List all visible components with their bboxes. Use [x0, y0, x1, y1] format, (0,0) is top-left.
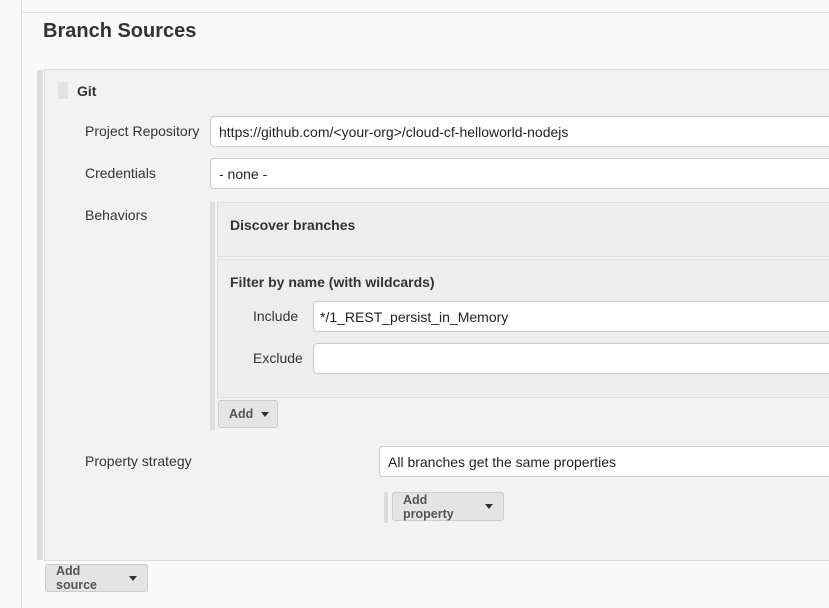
add-property-bar [384, 492, 388, 523]
add-property-button[interactable]: Add property [392, 492, 504, 521]
caret-down-icon [261, 411, 270, 417]
add-source-label: Add source [56, 564, 97, 592]
git-block-bar [37, 70, 43, 560]
property-strategy-select[interactable]: All branches get the same properties [379, 446, 829, 477]
discover-branches-title: Discover branches [230, 217, 356, 233]
exclude-input[interactable] [313, 343, 829, 374]
left-border [21, 0, 22, 608]
add-behavior-button[interactable]: Add [218, 400, 278, 428]
include-label: Include [253, 308, 299, 324]
drag-handle-icon[interactable] [58, 82, 68, 99]
add-behavior-label: Add [229, 407, 254, 421]
divider [22, 12, 829, 13]
project-repository-input[interactable]: https://github.com/<your-org>/cloud-cf-h… [210, 116, 829, 147]
add-property-label: Add property [403, 492, 454, 521]
git-title: Git [77, 83, 97, 99]
section-title: Branch Sources [43, 20, 197, 42]
add-source-button[interactable]: Add source [45, 564, 148, 592]
credentials-select[interactable]: - none - [210, 158, 829, 189]
exclude-label: Exclude [253, 350, 303, 366]
credentials-label: Credentials [85, 165, 156, 181]
behaviors-bar [210, 202, 215, 430]
behaviors-label: Behaviors [85, 207, 148, 223]
include-input[interactable]: */1_REST_persist_in_Memory [313, 301, 829, 332]
filter-title: Filter by name (with wildcards) [230, 274, 435, 290]
caret-down-icon [485, 504, 493, 509]
project-repository-label: Project Repository [85, 123, 200, 139]
property-strategy-label: Property strategy [85, 453, 192, 469]
caret-down-icon [129, 575, 137, 581]
